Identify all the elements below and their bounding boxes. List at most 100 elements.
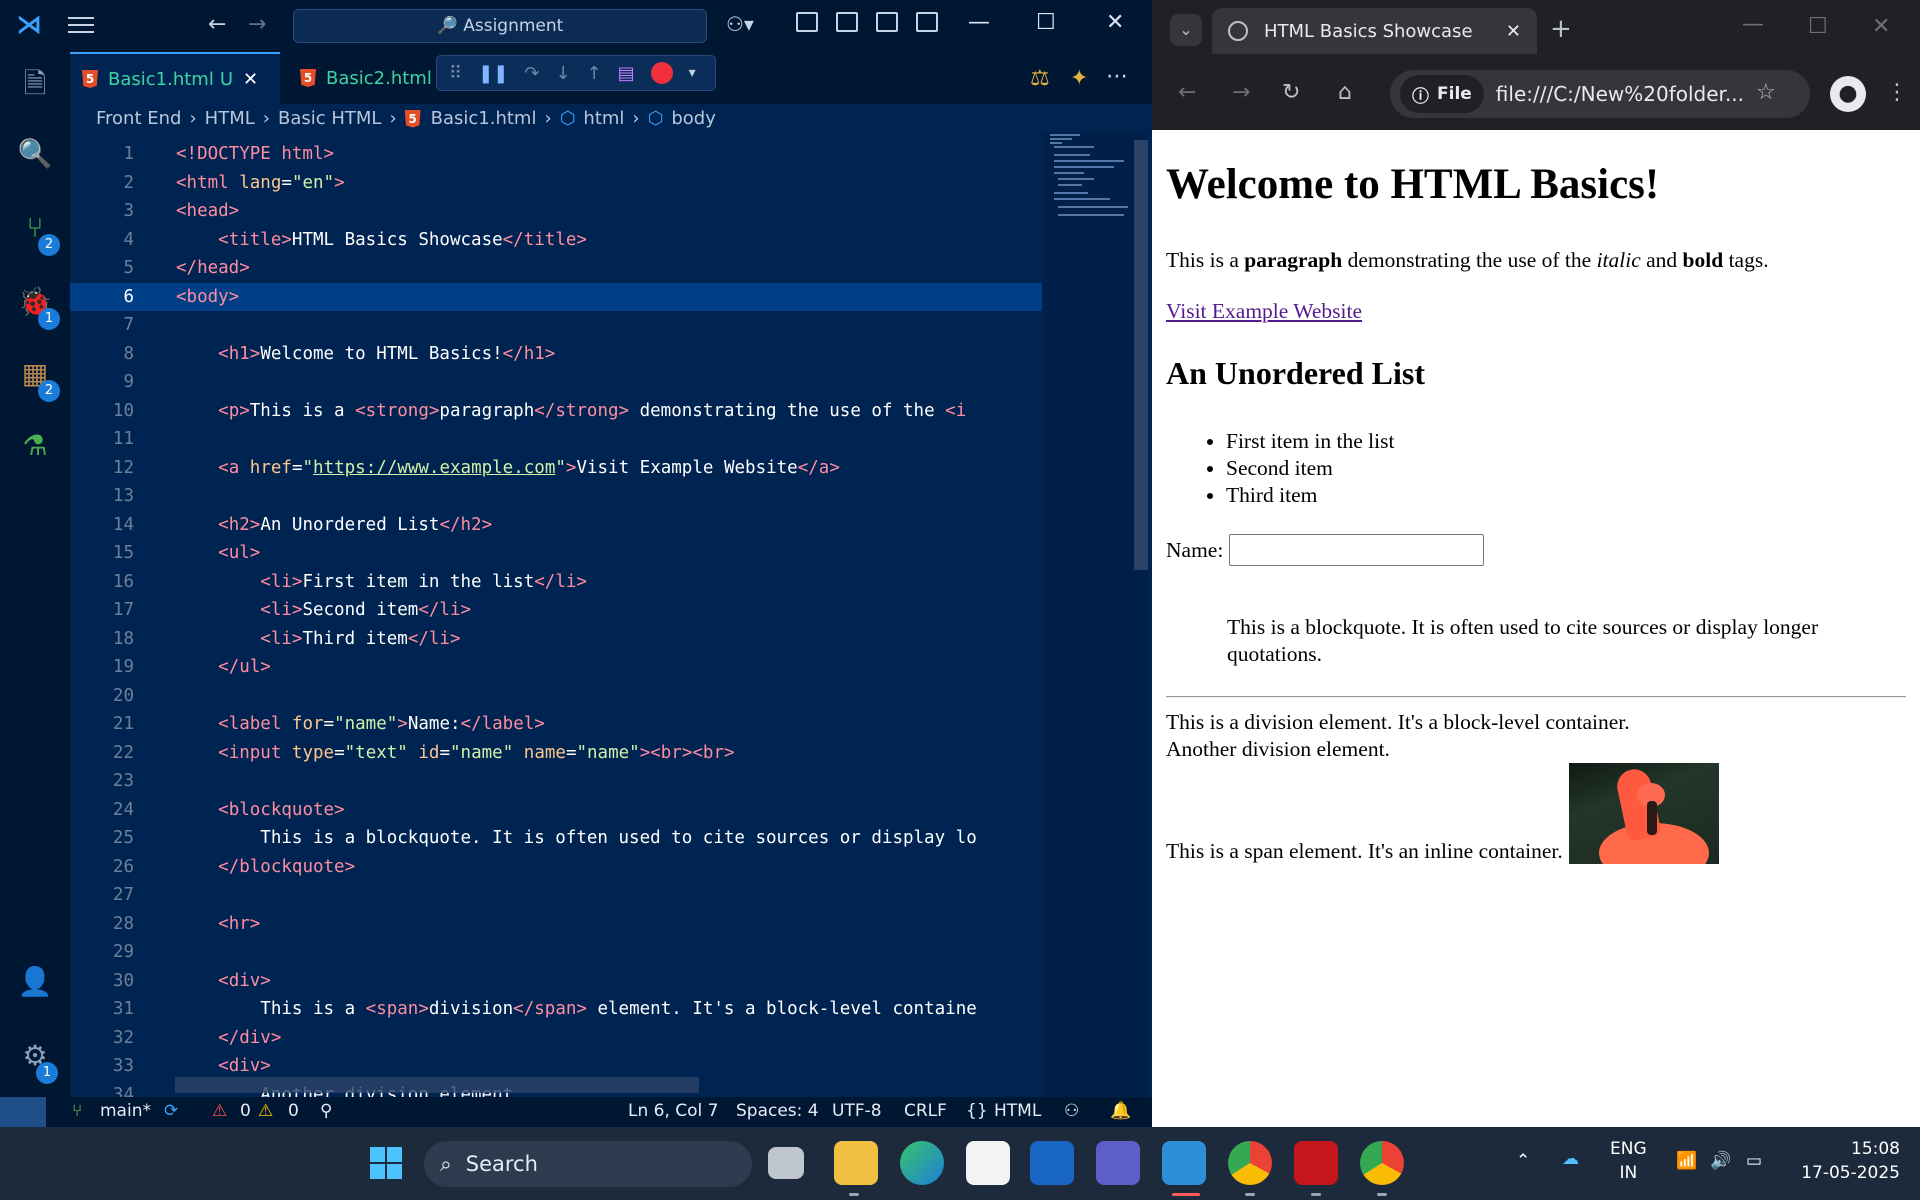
balance-scale-icon[interactable]: ⚖ — [1030, 66, 1050, 91]
chrome-profile-icon[interactable] — [1360, 1141, 1404, 1185]
maximize-icon[interactable]: ☐ — [1808, 14, 1828, 39]
language-mode[interactable]: HTML — [994, 1101, 1041, 1121]
tab-close-icon[interactable]: ✕ — [243, 69, 258, 90]
encoding[interactable]: UTF-8 — [832, 1101, 882, 1121]
search-icon[interactable]: 🔍 — [17, 136, 53, 172]
pause-icon[interactable]: ❚❚ — [478, 63, 508, 84]
code-line[interactable]: 15 <ul> — [70, 539, 1042, 568]
teams-icon[interactable] — [1096, 1141, 1140, 1185]
code-line[interactable]: 13 — [70, 482, 1042, 511]
customize-layout-icon[interactable] — [796, 12, 818, 32]
code-line[interactable]: 17 <li>Second item</li> — [70, 596, 1042, 625]
code-editor[interactable]: 1 <!DOCTYPE html> 2 <html lang="en"> 3 <head>… — [70, 140, 1042, 1097]
code-line[interactable]: 28 <hr> — [70, 910, 1042, 939]
breadcrumb-item[interactable]: Basic HTML — [278, 108, 381, 129]
browser-tab[interactable]: HTML Basics Showcase ✕ — [1212, 8, 1537, 54]
cursor-position[interactable]: Ln 6, Col 7 — [628, 1101, 719, 1121]
code-line[interactable]: 1 <!DOCTYPE html> — [70, 140, 1042, 169]
forward-arrow-icon[interactable]: → — [1232, 80, 1250, 105]
horizontal-scrollbar-thumb[interactable] — [175, 1077, 699, 1093]
indentation[interactable]: Spaces: 4 — [736, 1101, 819, 1121]
accounts-icon[interactable]: 👤 — [17, 964, 53, 1000]
onedrive-icon[interactable]: ☁ — [1562, 1147, 1579, 1171]
sync-icon[interactable]: ⟳ — [164, 1101, 178, 1121]
minimize-icon[interactable]: — — [1742, 12, 1764, 37]
tray-overflow-icon[interactable]: ⌃ — [1516, 1149, 1530, 1173]
record-icon[interactable] — [650, 62, 673, 84]
code-line[interactable]: 32 </div> — [70, 1024, 1042, 1053]
code-line[interactable]: 21 <label for="name">Name:</label> — [70, 710, 1042, 739]
close-icon[interactable]: ✕ — [1872, 14, 1890, 39]
toggle-primary-sidebar-icon[interactable] — [836, 12, 858, 32]
start-button[interactable] — [364, 1141, 408, 1185]
code-line[interactable]: 29 — [70, 938, 1042, 967]
close-tab-icon[interactable]: ✕ — [1506, 21, 1521, 42]
code-line[interactable]: 12 <a href="https://www.example.com">Vis… — [70, 454, 1042, 483]
code-line[interactable]: 23 — [70, 767, 1042, 796]
code-line[interactable]: 11 — [70, 425, 1042, 454]
wifi-icon[interactable]: 📶 — [1676, 1149, 1697, 1173]
code-line[interactable]: 7 — [70, 311, 1042, 340]
address-bar[interactable]: ⓘ File file:///C:/New%20folder... — [1390, 70, 1810, 118]
edge-icon[interactable] — [900, 1141, 944, 1185]
step-over-icon[interactable]: ↷ — [524, 63, 539, 84]
testing-icon[interactable]: ⚗ — [17, 428, 53, 464]
minimize-icon[interactable]: — — [968, 10, 990, 35]
code-line[interactable]: 6 <body> — [70, 282, 1042, 311]
site-info-chip[interactable]: ⓘ File — [1400, 75, 1484, 113]
breadcrumb-item[interactable]: Front End — [96, 108, 181, 129]
code-line[interactable]: 24 <blockquote> — [70, 796, 1042, 825]
line-ending[interactable]: CRLF — [904, 1101, 947, 1121]
breadcrumb-item[interactable]: HTML — [205, 108, 255, 129]
close-icon[interactable]: ✕ — [1106, 10, 1124, 35]
task-view-icon[interactable] — [768, 1147, 804, 1179]
code-line[interactable]: 10 <p>This is a <strong>paragraph</stron… — [70, 397, 1042, 426]
taskbar-search[interactable]: ⌕ Search — [424, 1141, 752, 1187]
bookmark-star-icon[interactable]: ☆ — [1756, 80, 1776, 105]
command-center-search[interactable]: 🔎 Assignment — [293, 9, 707, 43]
error-count[interactable]: 0 — [240, 1101, 251, 1121]
tab-basic2[interactable]: 5 Basic2.html — [288, 52, 444, 104]
code-line[interactable]: 31 This is a <span>division</span> eleme… — [70, 995, 1042, 1024]
acrobat-icon[interactable] — [1294, 1141, 1338, 1185]
forward-arrow-icon[interactable]: → — [248, 12, 266, 37]
volume-icon[interactable]: 🔊 — [1710, 1149, 1731, 1173]
warning-icon[interactable]: ⚠ — [258, 1101, 273, 1121]
battery-icon[interactable]: ▭ — [1746, 1149, 1762, 1173]
language-indicator[interactable]: ENG IN — [1610, 1137, 1647, 1185]
notifications-icon[interactable]: 🔔 — [1110, 1101, 1131, 1121]
minimap[interactable] — [1042, 132, 1132, 1097]
microsoft-store-icon[interactable] — [966, 1141, 1010, 1185]
code-line[interactable]: 14 <h2>An Unordered List</h2> — [70, 511, 1042, 540]
toggle-panel-icon[interactable] — [876, 12, 898, 32]
sparkle-icon[interactable]: ✦ — [1070, 66, 1088, 91]
file-explorer-icon[interactable] — [834, 1141, 878, 1185]
code-line[interactable]: 8 <h1>Welcome to HTML Basics!</h1> — [70, 340, 1042, 369]
chrome-menu-icon[interactable]: ⋮ — [1886, 80, 1908, 105]
step-out-icon[interactable]: ↑ — [587, 63, 602, 84]
back-arrow-icon[interactable]: ← — [208, 12, 226, 37]
breadcrumb-item[interactable]: html — [583, 108, 624, 129]
code-line[interactable]: 5 </head> — [70, 254, 1042, 283]
tab-basic1[interactable]: 5 Basic1.html U ✕ — [70, 52, 280, 104]
code-line[interactable]: 30 <div> — [70, 967, 1042, 996]
scrollbar-thumb[interactable] — [1134, 140, 1148, 570]
error-icon[interactable]: ⚠ — [212, 1101, 227, 1121]
example-link[interactable]: Visit Example Website — [1166, 299, 1362, 324]
new-tab-icon[interactable]: + — [1550, 14, 1572, 44]
code-line[interactable]: 27 — [70, 881, 1042, 910]
breadcrumb-item[interactable]: Basic1.html — [431, 108, 537, 129]
copilot-status-icon[interactable]: ⚇ — [1064, 1101, 1079, 1121]
name-input[interactable] — [1229, 534, 1485, 566]
outlook-icon[interactable] — [1030, 1141, 1074, 1185]
ports-icon[interactable]: ⚲ — [320, 1101, 332, 1121]
warning-count[interactable]: 0 — [288, 1101, 299, 1121]
code-line[interactable]: 3 <head> — [70, 197, 1042, 226]
code-line[interactable]: 19 </ul> — [70, 653, 1042, 682]
code-line[interactable]: 2 <html lang="en"> — [70, 169, 1042, 198]
chrome-icon[interactable] — [1228, 1141, 1272, 1185]
reload-icon[interactable]: ↻ — [1282, 80, 1300, 105]
breadcrumb-item[interactable]: body — [671, 108, 716, 129]
branch-name[interactable]: main* — [100, 1101, 151, 1121]
clock[interactable]: 15:08 17-05-2025 — [1790, 1137, 1900, 1185]
